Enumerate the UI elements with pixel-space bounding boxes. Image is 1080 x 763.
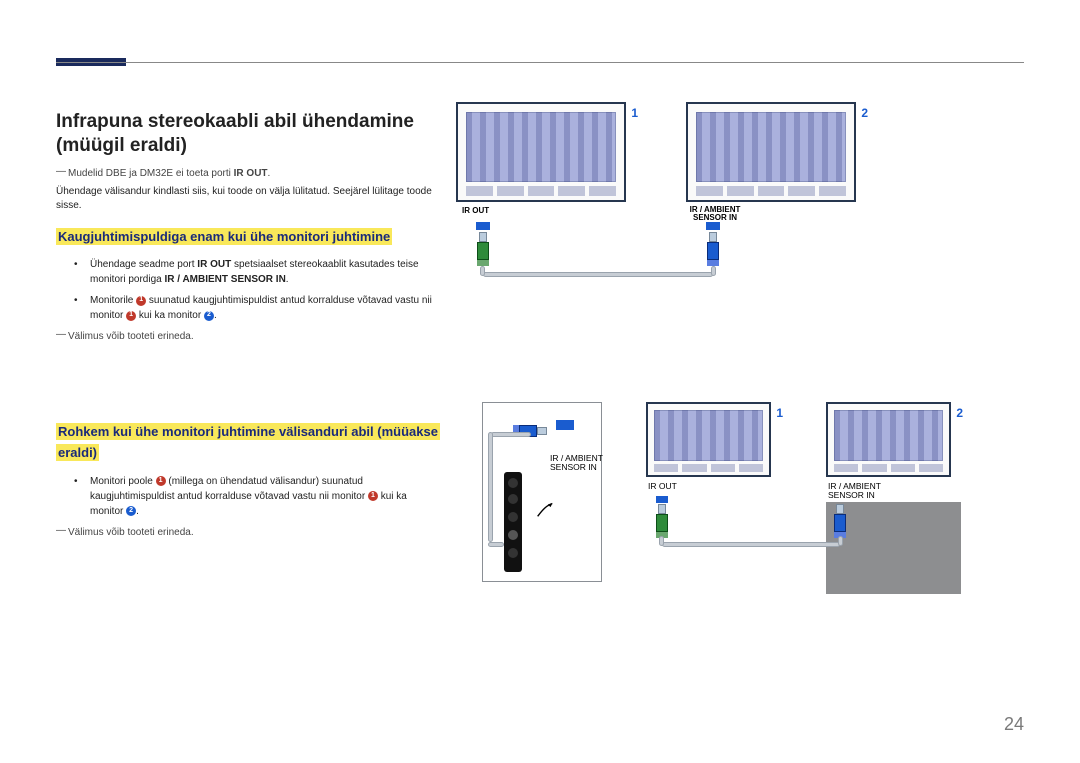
section1-bullets: Ühendage seadme port IR OUT spetsiaalset… [80,257,440,323]
diagram-external-sensor: IR / AMBIENT SENSOR IN 1 IR OUT [456,402,1024,642]
monitor-slots [696,112,846,182]
s1b1b: IR OUT [197,259,231,270]
monitor-slots [466,112,616,182]
monitor-label-1: 1 [776,406,783,420]
section2-bullets: Monitori poole 1 (millega on ühendatud v… [80,474,440,519]
circled-number-1-icon: 1 [156,476,166,486]
list-item: Monitori poole 1 (millega on ühendatud v… [80,474,440,519]
s1b1d: IR / AMBIENT SENSOR IN [164,274,285,285]
section2-heading: Rohkem kui ühe monitori juhtimine välisa… [56,423,440,461]
monitor-slots [834,410,943,461]
port-label-ir-ambient-sensor-in-2: IR / AMBIENT SENSOR IN [828,482,888,501]
lbl2b: SENSOR IN [828,490,875,500]
s1b2c: kui ka monitor [136,310,204,321]
main-heading: Infrapuna stereokaabli abil ühendamine (… [56,110,440,158]
cable-bend-icon [659,536,664,546]
port-socket-icon [656,496,668,503]
cable-bend-icon [711,266,716,276]
port-socket-icon [706,222,720,230]
stereo-cable-icon [662,542,840,547]
section1-footnote: Välimus võib tooteti erineda. [68,331,440,342]
pl2b: SENSOR IN [693,213,737,222]
port-label-ir-ambient: IR / AMBIENT SENSOR IN [688,206,742,222]
list-item: Ühendage seadme port IR OUT spetsiaalset… [80,257,440,287]
audio-plug-green-icon [656,504,668,538]
sensor-cable-icon [488,432,493,542]
circled-number-2-icon: 2 [204,311,214,321]
sensor-cable-icon [488,542,504,547]
monitor-ports [834,464,943,472]
external-ir-sensor-icon [504,472,522,572]
note-models-post: . [268,168,271,179]
note-models-bold: IR OUT [234,168,268,179]
intro-paragraph: Ühendage välisandur kindlasti siis, kui … [56,185,440,213]
s1b2d: . [214,310,217,321]
stereo-cable-icon [483,272,713,277]
audio-plug-blue-icon [834,504,846,538]
audio-plug-blue-icon [707,232,719,266]
circled-number-2-icon: 2 [126,506,136,516]
diagram-stereo-cable: 1 2 IR OUT IR / AMBIENT SENSOR IN [456,102,1024,312]
s1b2a: Monitorile [90,295,136,306]
section1-heading: Kaugjuhtimispuldiga enam kui ühe monitor… [56,228,392,245]
port-label-ir-out: IR OUT [648,482,677,491]
cable-bend-icon [838,536,843,546]
monitor-slots [654,410,763,461]
port-label-ir-out: IR OUT [462,206,489,215]
circled-number-1-icon: 1 [368,491,378,501]
port-label-ir-ambient-sensor-in: IR / AMBIENT SENSOR IN [550,454,608,473]
s2b1d: . [136,506,139,517]
header-divider [56,62,1024,63]
page-number: 24 [1004,714,1024,735]
text-column: Infrapuna stereokaabli abil ühendamine (… [56,110,456,642]
monitor-label-1: 1 [631,106,638,120]
lbl-b: SENSOR IN [550,462,597,472]
circled-number-1-icon: 1 [126,311,136,321]
cable-bend-icon [480,266,485,276]
section2-footnote: Välimus võib tooteti erineda. [68,527,440,538]
monitor-back-2: 2 [686,102,856,202]
monitor-label-2: 2 [861,106,868,120]
list-item: Monitorile 1 suunatud kaugjuhtimispuldis… [80,293,440,323]
s1b1a: Ühendage seadme port [90,259,197,270]
note-models-pre: Mudelid DBE ja DM32E ei toeta porti [68,168,234,179]
monitor-ports [654,464,763,472]
diagram-column: 1 2 IR OUT IR / AMBIENT SENSOR IN [456,110,1024,642]
note-models: Mudelid DBE ja DM32E ei toeta porti IR O… [68,168,440,179]
circled-number-1-icon: 1 [136,296,146,306]
monitor-back-1: 1 [456,102,626,202]
audio-plug-green-icon [477,232,489,266]
gray-background-block [826,502,961,594]
monitor-back-1: 1 [646,402,771,477]
monitor-back-2: 2 [826,402,951,477]
s2b1a: Monitori poole [90,476,156,487]
port-socket-icon [556,420,574,430]
monitor-ports [696,186,846,196]
s1b1e: . [286,274,289,285]
port-socket-icon [476,222,490,230]
monitor-label-2: 2 [956,406,963,420]
sensor-cable-icon [491,432,531,437]
monitor-ports [466,186,616,196]
signal-arrow-icon [534,498,556,520]
